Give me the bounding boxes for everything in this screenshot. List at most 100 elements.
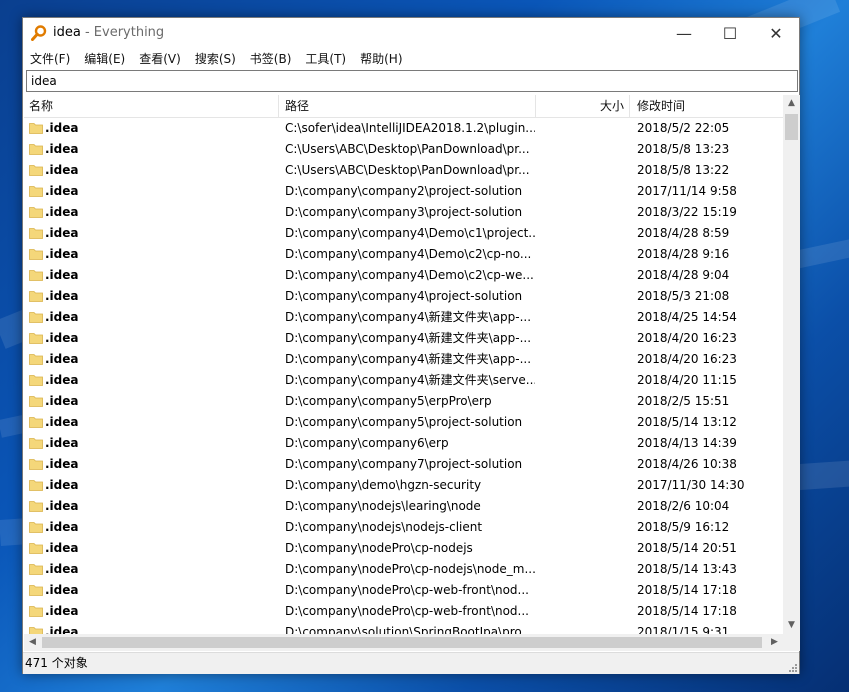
file-path: D:\company\company7\project-solution [285, 457, 523, 471]
scroll-right-icon[interactable]: ▶ [766, 634, 783, 651]
table-row[interactable]: .idea D:\company\nodePro\cp-web-front\nod… [24, 580, 783, 601]
object-count: 471 个对象 [25, 656, 88, 670]
folder-icon [29, 228, 43, 239]
table-row[interactable]: .idea C:\sofer\idea\IntelliJIDEA2018.1.2\… [24, 118, 783, 139]
file-path: D:\company\company6\erp [285, 436, 449, 450]
file-path: D:\company\demo\hgzn-security [285, 478, 482, 492]
file-name: .idea [45, 268, 79, 282]
table-row[interactable]: .idea D:\company\nodejs\nodejs-client 2018… [24, 517, 783, 538]
table-row[interactable]: .idea D:\company\company4\project-solutio… [24, 286, 783, 307]
close-button[interactable]: ✕ [753, 18, 799, 48]
folder-icon [29, 291, 43, 302]
file-path: D:\company\solution\SpringBootJpa\pro... [285, 625, 533, 634]
column-header: 名称 路径 大小 修改时间 [24, 95, 783, 118]
table-row[interactable]: .idea D:\company\company4\Demo\c2\cp-we..… [24, 265, 783, 286]
column-header-path[interactable]: 路径 [280, 95, 536, 117]
table-row[interactable]: .idea D:\company\company4\Demo\c2\cp-no..… [24, 244, 783, 265]
file-path: C:\Users\ABC\Desktop\PanDownload\pr... [285, 142, 530, 156]
file-path: D:\company\company5\project-solution [285, 415, 523, 429]
everything-window: idea - Everything — ☐ ✕ 文件(F) 编辑(E) 查看(V… [22, 17, 800, 674]
table-row[interactable]: .idea D:\company\company4\新建文件夹\serve... 2… [24, 370, 783, 391]
menu-edit[interactable]: 编辑(E) [77, 48, 132, 70]
table-row[interactable]: .idea D:\company\demo\hgzn-security 2017/1… [24, 475, 783, 496]
table-row[interactable]: .idea C:\Users\ABC\Desktop\PanDownload\pr… [24, 139, 783, 160]
table-row[interactable]: .idea D:\company\company3\project-solutio… [24, 202, 783, 223]
scroll-up-icon[interactable]: ▲ [783, 95, 800, 112]
folder-icon [29, 165, 43, 176]
folder-icon [29, 606, 43, 617]
file-path: C:\Users\ABC\Desktop\PanDownload\pr... [285, 163, 530, 177]
table-row[interactable]: .idea D:\company\solution\SpringBootJpa\p… [24, 622, 783, 634]
table-row[interactable]: .idea D:\company\company7\project-solutio… [24, 454, 783, 475]
scroll-left-icon[interactable]: ◀ [24, 634, 41, 651]
close-icon: ✕ [769, 23, 783, 43]
title-app-name: - Everything [84, 25, 165, 40]
file-modified-date: 2017/11/14 9:58 [637, 184, 737, 198]
file-path: D:\company\nodePro\cp-nodejs\node_m... [285, 562, 535, 576]
file-modified-date: 2018/5/9 16:12 [637, 520, 730, 534]
file-path: D:\company\company4\新建文件夹\app-... [285, 352, 532, 366]
vertical-scrollbar[interactable]: ▲ ▼ [783, 95, 800, 634]
table-row[interactable]: .idea C:\Users\ABC\Desktop\PanDownload\pr… [24, 160, 783, 181]
table-row[interactable]: .idea D:\company\company5\project-solutio… [24, 412, 783, 433]
file-modified-date: 2018/5/14 17:18 [637, 604, 737, 618]
maximize-button[interactable]: ☐ [707, 18, 753, 48]
file-modified-date: 2018/5/14 17:18 [637, 583, 737, 597]
menu-help[interactable]: 帮助(H) [353, 48, 409, 70]
scroll-down-icon[interactable]: ▼ [783, 617, 800, 634]
menu-search[interactable]: 搜索(S) [188, 48, 243, 70]
table-row[interactable]: .idea D:\company\company4\新建文件夹\app-... 20… [24, 307, 783, 328]
column-header-size[interactable]: 大小 [536, 95, 630, 117]
column-header-date[interactable]: 修改时间 [632, 95, 782, 117]
file-name: .idea [45, 331, 79, 345]
column-header-name[interactable]: 名称 [24, 95, 279, 117]
file-modified-date: 2018/4/28 8:59 [637, 226, 730, 240]
file-modified-date: 2018/4/13 14:39 [637, 436, 737, 450]
table-row[interactable]: .idea D:\company\company6\erp 2018/4/13 14… [24, 433, 783, 454]
table-row[interactable]: .idea D:\company\company4\新建文件夹\app-... 20… [24, 328, 783, 349]
menu-view[interactable]: 查看(V) [132, 48, 188, 70]
file-path: D:\company\company4\新建文件夹\app-... [285, 310, 532, 324]
table-row[interactable]: .idea D:\company\nodePro\cp-web-front\nod… [24, 601, 783, 622]
folder-icon [29, 501, 43, 512]
table-row[interactable]: .idea D:\company\company4\Demo\c1\project… [24, 223, 783, 244]
folder-icon [29, 123, 43, 134]
search-input[interactable] [26, 70, 798, 92]
file-modified-date: 2018/5/8 13:22 [637, 163, 730, 177]
folder-icon [29, 480, 43, 491]
horizontal-scroll-thumb[interactable] [42, 637, 762, 648]
file-name: .idea [45, 394, 79, 408]
file-name: .idea [45, 142, 79, 156]
menu-bookmarks[interactable]: 书签(B) [243, 48, 299, 70]
folder-icon [29, 459, 43, 470]
menu-file[interactable]: 文件(F) [23, 48, 77, 70]
vertical-scroll-thumb[interactable] [785, 114, 798, 140]
file-modified-date: 2017/11/30 14:30 [637, 478, 745, 492]
file-modified-date: 2018/5/2 22:05 [637, 121, 730, 135]
title-bar[interactable]: idea - Everything — ☐ ✕ [23, 18, 799, 48]
file-name: .idea [45, 373, 79, 387]
file-path: D:\company\company4\Demo\c2\cp-we... [285, 268, 534, 282]
file-name: .idea [45, 247, 79, 261]
resize-grip-icon[interactable] [787, 662, 797, 672]
table-row[interactable]: .idea D:\company\company5\erpPro\erp 2018/… [24, 391, 783, 412]
table-row[interactable]: .idea D:\company\company4\新建文件夹\app-... 20… [24, 349, 783, 370]
folder-icon [29, 564, 43, 575]
folder-icon [29, 312, 43, 323]
horizontal-scrollbar[interactable]: ◀ ▶ [24, 634, 783, 651]
file-name: .idea [45, 604, 79, 618]
minimize-button[interactable]: — [661, 18, 707, 48]
file-name: .idea [45, 583, 79, 597]
file-name: .idea [45, 184, 79, 198]
table-row[interactable]: .idea D:\company\nodejs\learing\node 2018/… [24, 496, 783, 517]
file-path: D:\company\nodejs\learing\node [285, 499, 481, 513]
table-row[interactable]: .idea D:\company\nodePro\cp-nodejs\node_m… [24, 559, 783, 580]
folder-icon [29, 585, 43, 596]
folder-icon [29, 249, 43, 260]
table-row[interactable]: .idea D:\company\company2\project-solutio… [24, 181, 783, 202]
table-row[interactable]: .idea D:\company\nodePro\cp-nodejs 2018/5/… [24, 538, 783, 559]
file-path: D:\company\company4\project-solution [285, 289, 523, 303]
file-modified-date: 2018/4/20 16:23 [637, 331, 737, 345]
folder-icon [29, 543, 43, 554]
menu-tools[interactable]: 工具(T) [298, 48, 353, 70]
